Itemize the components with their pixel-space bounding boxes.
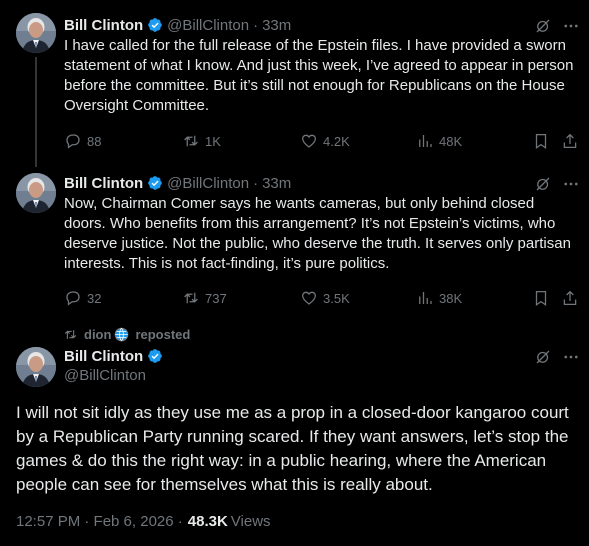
avatar[interactable] bbox=[16, 173, 56, 213]
share-button[interactable] bbox=[561, 132, 584, 150]
repost-button[interactable]: 1K bbox=[182, 132, 221, 150]
views-total: 48.3K bbox=[187, 513, 228, 530]
author-handle[interactable]: @BillClinton bbox=[167, 175, 249, 192]
tweet-header: Bill Clinton bbox=[64, 346, 167, 366]
repost-icon bbox=[64, 329, 77, 339]
reposter-name[interactable]: dion bbox=[84, 327, 111, 342]
verified-badge-icon bbox=[147, 348, 163, 364]
repost-count: 737 bbox=[205, 290, 227, 306]
views-button[interactable]: 48K bbox=[416, 132, 462, 150]
bookmark-icon bbox=[535, 290, 547, 306]
separator-dot: · bbox=[253, 16, 259, 34]
tweet-text: I have called for the full release of th… bbox=[64, 37, 574, 114]
tweet-actions: 32 737 3.5K 38K bbox=[64, 288, 581, 308]
repost-icon bbox=[184, 292, 198, 304]
author-handle[interactable]: @BillClinton bbox=[167, 17, 249, 34]
globe-icon bbox=[115, 327, 129, 341]
tweet-header: Bill Clinton @BillClinton · 33m bbox=[64, 173, 291, 193]
views-count: 38K bbox=[439, 290, 463, 306]
more-icon[interactable] bbox=[562, 348, 580, 371]
share-icon bbox=[563, 290, 577, 306]
avatar[interactable] bbox=[16, 13, 56, 53]
tweet-timestamp[interactable]: 12:57 PM · Feb 6, 2026 · bbox=[16, 513, 183, 530]
repost-button[interactable]: 737 bbox=[182, 289, 227, 307]
bookmark-button[interactable] bbox=[532, 289, 555, 307]
repost-count: 1K bbox=[205, 133, 221, 149]
verified-badge-icon bbox=[147, 175, 163, 191]
reply-icon bbox=[66, 134, 80, 149]
reply-button[interactable]: 88 bbox=[64, 132, 101, 150]
views-icon bbox=[419, 135, 432, 147]
author-name[interactable]: Bill Clinton bbox=[64, 175, 143, 192]
reposted-label: reposted bbox=[135, 326, 191, 342]
reply-count: 32 bbox=[87, 290, 102, 306]
main-tweet-text: I will not sit idly as they use me as a … bbox=[16, 403, 569, 494]
tweet-time[interactable]: 33m bbox=[262, 17, 291, 34]
reply-button[interactable]: 32 bbox=[64, 289, 101, 307]
tweet-actions: 88 1K 4.2K 48K bbox=[64, 131, 581, 151]
like-icon bbox=[301, 291, 317, 305]
author-handle[interactable]: @BillClinton bbox=[64, 367, 146, 384]
avatar[interactable] bbox=[16, 347, 56, 387]
verified-badge-icon bbox=[147, 17, 163, 33]
like-button[interactable]: 3.5K bbox=[300, 289, 350, 307]
repost-icon bbox=[184, 135, 198, 147]
tweet-text: Now, Chairman Comer says he wants camera… bbox=[64, 195, 571, 272]
repost-context: dion reposted bbox=[63, 325, 190, 343]
like-icon bbox=[301, 134, 317, 148]
share-icon bbox=[563, 133, 577, 149]
separator-dot: · bbox=[253, 174, 259, 192]
thread-line bbox=[35, 57, 37, 167]
tweet-footer: 12:57 PM · Feb 6, 2026 · 48.3K Views bbox=[16, 513, 271, 530]
views-icon bbox=[419, 292, 432, 304]
author-name[interactable]: Bill Clinton bbox=[64, 348, 143, 365]
like-button[interactable]: 4.2K bbox=[300, 132, 350, 150]
like-count: 4.2K bbox=[323, 133, 350, 149]
tweet-time[interactable]: 33m bbox=[262, 175, 291, 192]
grok-icon[interactable] bbox=[534, 348, 552, 371]
author-name[interactable]: Bill Clinton bbox=[64, 17, 143, 34]
reply-icon bbox=[66, 291, 80, 306]
like-count: 3.5K bbox=[323, 290, 350, 306]
tweet-header: Bill Clinton @BillClinton · 33m bbox=[64, 15, 291, 35]
bookmark-button[interactable] bbox=[532, 132, 555, 150]
reply-count: 88 bbox=[87, 133, 102, 149]
views-count: 48K bbox=[439, 133, 463, 149]
share-button[interactable] bbox=[561, 289, 584, 307]
views-label: Views bbox=[230, 513, 271, 530]
bookmark-icon bbox=[535, 133, 547, 149]
views-button[interactable]: 38K bbox=[416, 289, 462, 307]
